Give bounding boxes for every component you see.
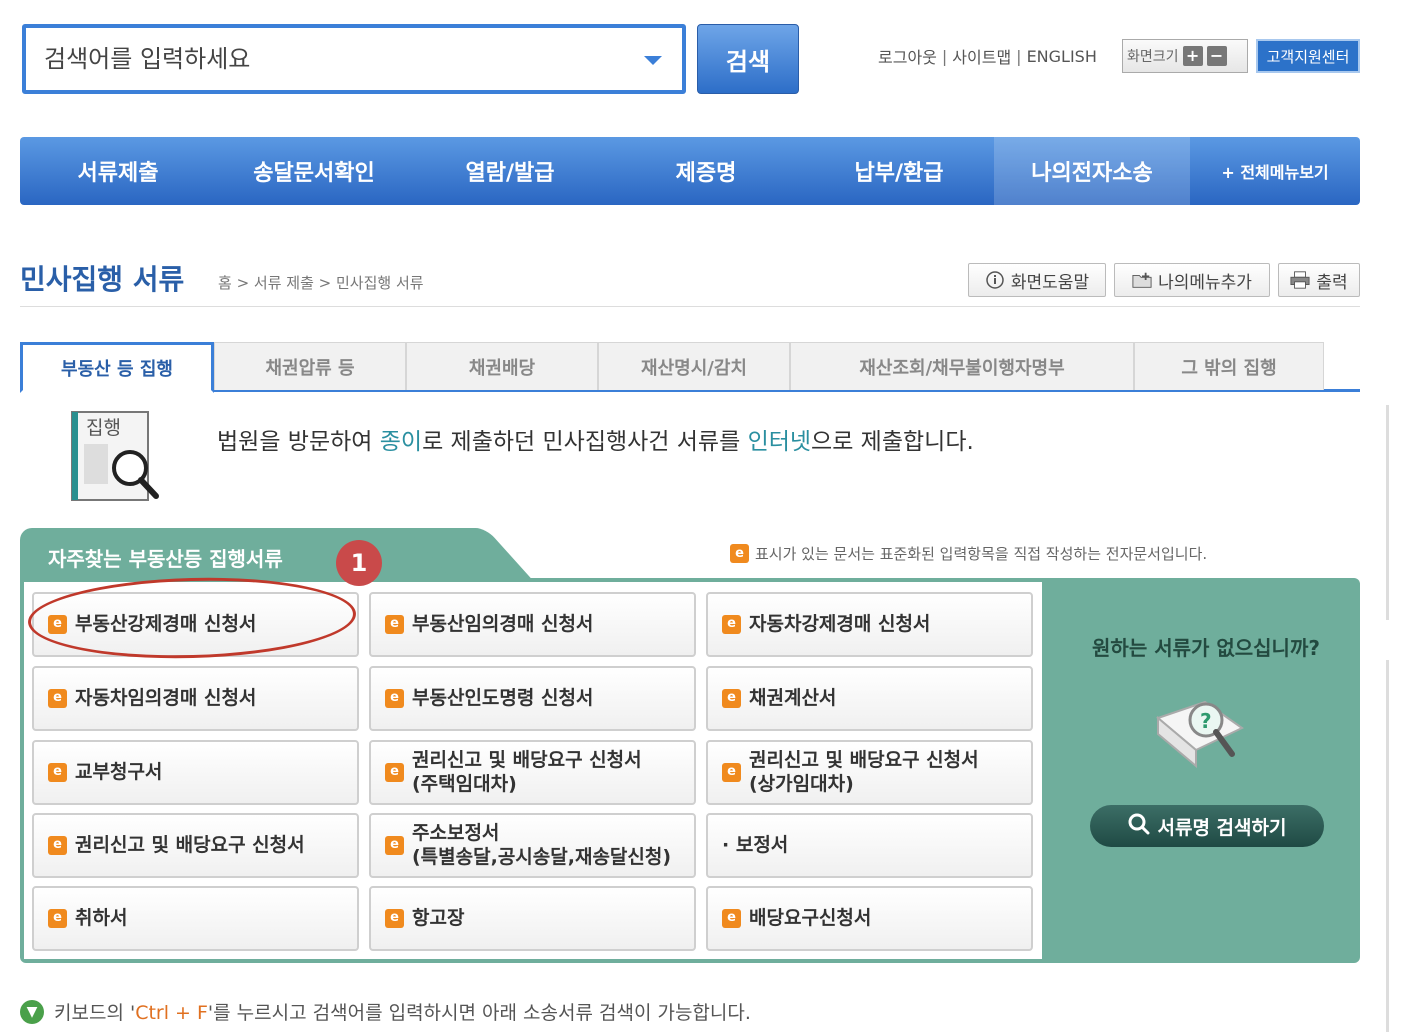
e-document-icon: e [722,909,741,928]
e-document-icon: e [385,763,404,782]
scrollbar-track [1386,660,1389,1032]
zoom-out-button[interactable]: − [1206,46,1227,66]
add-menu-label: 나의메뉴추가 [1158,272,1252,293]
e-document-icon: e [385,909,404,928]
nav-item-inspect[interactable]: 열람/발급 [412,137,608,205]
e-document-icon: e [730,544,749,563]
logout-link[interactable]: 로그아웃 [878,44,937,68]
e-document-icon: e [48,763,67,782]
e-document-icon: e [722,763,741,782]
e-document-icon: e [722,689,741,708]
search-input[interactable] [44,42,634,76]
font-size-control: 화면크기 + − [1122,39,1248,73]
doc-button[interactable]: e 부동산강제경매 신청서 [32,592,359,657]
doc-button[interactable]: e 권리신고 및 배당요구 신청서 (상가임대차) [706,740,1033,805]
search-box [22,24,686,94]
doc-button[interactable]: e 권리신고 및 배당요구 신청서 [32,813,359,878]
page-title: 민사집행 서류 [20,263,185,296]
e-document-icon: e [722,615,741,634]
breadcrumb: 홈 > 서류 제출 > 민사집행 서류 [218,274,424,292]
document-search-icon: ? [1150,688,1250,778]
search-icon [1128,813,1150,840]
separator: | [941,46,948,66]
e-doc-note: e 표시가 있는 문서는 표준화된 입력항목을 직접 작성하는 전자문서입니다. [730,543,1207,564]
e-document-icon: e [48,836,67,855]
arrow-down-icon: ▼ [20,999,44,1024]
english-link[interactable]: ENGLISH [1027,47,1097,66]
doc-button[interactable]: e 자동차임의경매 신청서 [32,666,359,731]
info-icon [985,271,1005,289]
step-badge: 1 [336,540,382,586]
printer-icon [1290,271,1310,289]
doc-button[interactable]: e 교부청구서 [32,740,359,805]
doc-button[interactable]: e 채권계산서 [706,666,1033,731]
nav-item-delivery[interactable]: 송달문서확인 [216,137,412,205]
keyboard-tip: ▼ 키보드의 'Ctrl + F'를 누르시고 검색어를 입력하시면 아래 소송… [20,998,751,1025]
doc-button[interactable]: · 보정서 [706,813,1033,878]
intro-text: 법원을 방문하여 종이로 제출하던 민사집행사건 서류를 인터넷으로 제출합니다… [217,429,974,455]
doc-name-search-label: 서류명 검색하기 [1157,816,1287,839]
divider [20,306,1360,307]
nav-item-my-case[interactable]: 나의전자소송 [994,137,1190,205]
help-button[interactable]: 화면도움말 [968,263,1106,297]
search-button[interactable]: 검색 [697,24,799,94]
print-button[interactable]: 출력 [1278,263,1360,297]
doc-button[interactable]: e 권리신고 및 배당요구 신청서 (주택임대차) [369,740,696,805]
chevron-down-icon[interactable] [644,56,662,65]
doc-name-search-button[interactable]: 서류명 검색하기 [1090,805,1324,847]
nav-item-all-menu[interactable]: + 전체메뉴보기 [1190,137,1360,205]
scrollbar-track [1386,405,1389,620]
e-document-icon: e [385,836,404,855]
doc-button[interactable]: e 취하서 [32,886,359,951]
nav-item-payment[interactable]: 납부/환급 [804,137,994,205]
icon-text: 집행 [86,417,121,439]
side-question: 원하는 서류가 없으십니까? [1092,636,1320,660]
doc-button[interactable]: e 항고장 [369,886,696,951]
nav-item-certificate[interactable]: 제증명 [608,137,804,205]
folder-add-icon [1132,271,1152,289]
doc-button[interactable]: e 자동차강제경매 신청서 [706,592,1033,657]
doc-button[interactable]: e 배당요구신청서 [706,886,1033,951]
e-document-icon: e [385,689,404,708]
main-nav: 서류제출 송달문서확인 열람/발급 제증명 납부/환급 나의전자소송 + 전체메… [20,137,1360,205]
tab-bar: 부동산 등 집행 채권압류 등 채권배당 재산명시/감치 재산조회/채무불이행자… [20,342,1360,393]
tab-bond-distribution[interactable]: 채권배당 [406,342,598,390]
e-document-icon: e [385,615,404,634]
tab-asset-disclosure[interactable]: 재산명시/감치 [598,342,790,390]
doc-button[interactable]: e 주소보정서 (특별송달,공시송달,재송달신청) [369,813,696,878]
zoom-in-button[interactable]: + [1182,46,1203,66]
e-document-icon: e [48,909,67,928]
customer-support-button[interactable]: 고객지원센터 [1256,39,1360,73]
tab-real-estate[interactable]: 부동산 등 집행 [20,342,214,393]
doc-button[interactable]: e 부동산인도명령 신청서 [369,666,696,731]
tab-asset-inquiry[interactable]: 재산조회/채무불이행자명부 [790,342,1134,390]
help-label: 화면도움말 [1010,272,1090,293]
sitemap-link[interactable]: 사이트맵 [952,44,1011,68]
doc-button[interactable]: e 부동산임의경매 신청서 [369,592,696,657]
frequent-docs-title: 자주찾는 부동산등 집행서류 [48,547,283,571]
tab-other-execution[interactable]: 그 밖의 집행 [1134,342,1324,390]
font-size-label: 화면크기 [1127,49,1179,65]
tab-bond-seizure[interactable]: 채권압류 등 [214,342,406,390]
add-my-menu-button[interactable]: 나의메뉴추가 [1114,263,1270,297]
e-document-icon: e [48,689,67,708]
utility-links: 로그아웃 | 사이트맵 | ENGLISH [878,44,1097,68]
nav-item-submit[interactable]: 서류제출 [20,137,216,205]
print-label: 출력 [1316,272,1348,293]
separator: | [1016,46,1022,66]
execution-document-icon: 집행 [70,410,162,502]
svg-text:?: ? [1200,709,1212,733]
e-document-icon: e [48,615,67,634]
